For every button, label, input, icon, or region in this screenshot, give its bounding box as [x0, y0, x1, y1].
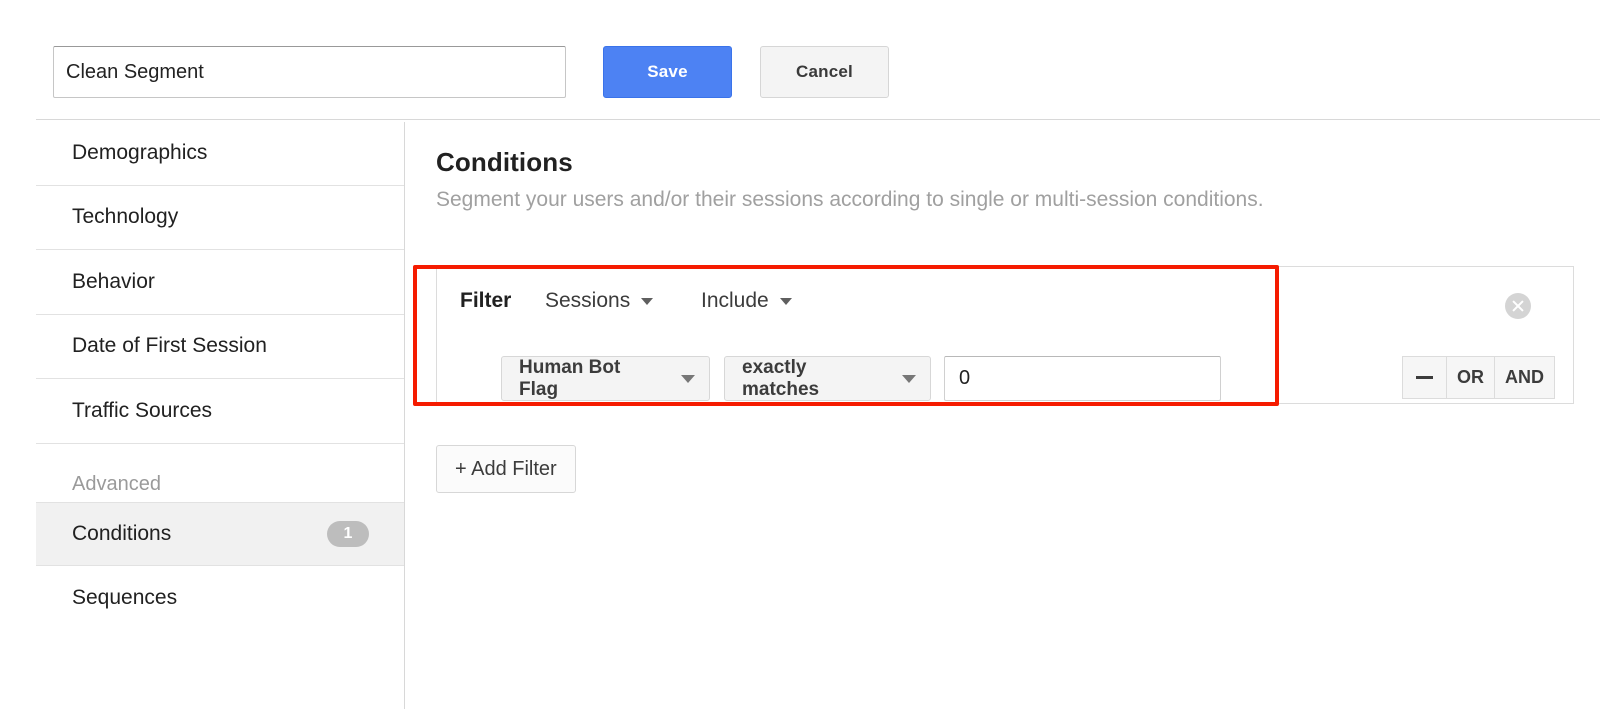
filter-mode-select[interactable]: Include: [701, 289, 792, 313]
header-bar: Save Cancel: [0, 0, 1600, 121]
segment-builder: Save Cancel Demographics Technology Beha…: [0, 0, 1600, 709]
sidebar-item-traffic-sources[interactable]: Traffic Sources: [36, 379, 405, 444]
filter-scope-select[interactable]: Sessions: [545, 289, 654, 313]
sidebar-item-label: Conditions: [72, 521, 172, 545]
operator-value: exactly matches: [742, 356, 820, 400]
filter-label: Filter: [460, 289, 512, 312]
page-subtitle: Segment your users and/or their sessions…: [436, 188, 1264, 211]
sidebar-item-technology[interactable]: Technology: [36, 185, 405, 250]
filter-value-input[interactable]: [944, 356, 1221, 401]
add-filter-button[interactable]: + Add Filter: [436, 445, 576, 493]
sidebar-item-label: Traffic Sources: [72, 398, 213, 422]
sidebar-item-demographics[interactable]: Demographics: [36, 121, 405, 186]
filter-operator-buttons: OR AND: [1402, 356, 1555, 399]
close-icon[interactable]: [1505, 293, 1531, 319]
operator-select[interactable]: exactly matches: [724, 356, 931, 401]
cancel-button[interactable]: Cancel: [760, 46, 889, 98]
status-badge: 1: [327, 520, 369, 547]
and-button[interactable]: AND: [1495, 356, 1555, 399]
filter-row: Filter Sessions Include Human Bot Flag e…: [436, 266, 1574, 404]
or-button[interactable]: OR: [1447, 356, 1495, 399]
chevron-down-icon: [902, 374, 916, 383]
sidebar-item-sequences[interactable]: Sequences: [36, 566, 405, 631]
sidebar-section-advanced: Advanced: [36, 443, 405, 502]
filter-mode-value: Include: [701, 289, 769, 312]
filter-scope-value: Sessions: [545, 289, 631, 312]
sidebar-item-label: Demographics: [72, 140, 208, 164]
save-button[interactable]: Save: [603, 46, 732, 98]
sidebar-item-conditions[interactable]: Conditions 1: [36, 501, 441, 568]
sidebar-item-label: Behavior: [72, 269, 155, 293]
sidebar-item-label: Technology: [72, 205, 179, 229]
sidebar-item-label: Sequences: [72, 586, 178, 610]
dimension-value: Human Bot Flag: [519, 356, 621, 400]
main-panel: Conditions Segment your users and/or the…: [405, 121, 1600, 709]
chevron-down-icon: [641, 297, 654, 305]
page-title: Conditions: [436, 147, 573, 177]
dimension-select[interactable]: Human Bot Flag: [501, 356, 710, 401]
sidebar: Demographics Technology Behavior Date of…: [36, 121, 441, 709]
sidebar-item-behavior[interactable]: Behavior: [36, 250, 405, 315]
sidebar-section-label: Advanced: [72, 472, 161, 495]
chevron-down-icon: [779, 297, 792, 305]
segment-name-input[interactable]: [53, 46, 566, 98]
remove-filter-button[interactable]: [1402, 356, 1447, 399]
chevron-down-icon: [681, 374, 695, 383]
sidebar-item-label: Date of First Session: [72, 334, 267, 358]
sidebar-item-date-of-first-session[interactable]: Date of First Session: [36, 314, 405, 379]
minus-icon: [1416, 376, 1433, 379]
header-divider: [36, 119, 1600, 120]
